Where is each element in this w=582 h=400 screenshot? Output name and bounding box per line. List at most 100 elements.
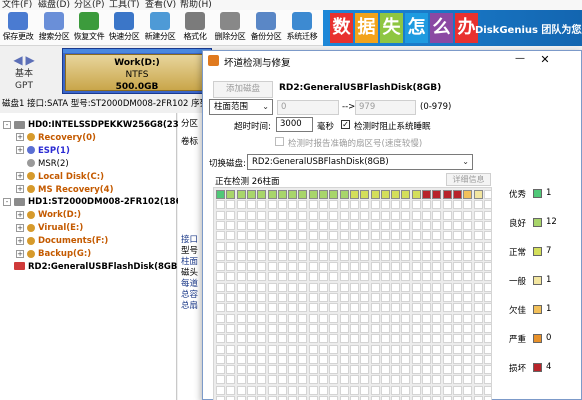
range-type-select[interactable]: 柱面范围 ⌄ bbox=[209, 99, 273, 115]
sector-cell bbox=[442, 375, 452, 385]
sector-cell bbox=[463, 344, 473, 354]
sector-cell bbox=[463, 220, 473, 230]
promo-banner[interactable]: 数 据 失 怎 么 办 DiskGenius 团队为您服务 bbox=[323, 10, 582, 46]
next-disk-icon[interactable]: ▶ bbox=[25, 53, 34, 67]
sector-cell bbox=[308, 272, 318, 282]
sector-cell bbox=[329, 334, 339, 344]
prevent-sleep-checkbox[interactable]: ✓ bbox=[341, 120, 350, 129]
sector-cell bbox=[411, 293, 421, 302]
menu-partition[interactable]: 分区(P) bbox=[74, 0, 104, 10]
sector-cell bbox=[226, 200, 236, 210]
sector-cell bbox=[267, 375, 277, 385]
sector-cell bbox=[483, 323, 491, 333]
menu-view[interactable]: 查看(V) bbox=[145, 0, 176, 10]
range-start-field[interactable]: 0 bbox=[277, 100, 339, 115]
menu-disk[interactable]: 磁盘(D) bbox=[38, 0, 70, 10]
sector-cell bbox=[360, 334, 370, 344]
expand-icon[interactable]: + bbox=[16, 172, 24, 181]
sector-cell bbox=[380, 190, 390, 199]
sector-cell bbox=[422, 210, 431, 220]
tree-partition-item[interactable]: + Recovery(0) bbox=[16, 132, 96, 144]
quick-partition-button[interactable]: 快速分区 bbox=[107, 12, 141, 44]
sector-cell bbox=[380, 293, 390, 302]
collapse-icon[interactable]: - bbox=[3, 197, 11, 206]
tree-partition-item[interactable]: + MS Recovery(4) bbox=[16, 184, 113, 196]
legend-label: 良好 bbox=[509, 219, 527, 229]
minimize-icon[interactable]: — bbox=[513, 53, 527, 67]
sector-cell bbox=[432, 396, 442, 400]
sector-cell bbox=[391, 210, 401, 220]
partition-tab[interactable]: 分区 bbox=[181, 117, 198, 129]
expand-icon[interactable]: + bbox=[16, 146, 24, 155]
menu-tools[interactable]: 工具(T) bbox=[109, 0, 140, 10]
details-button[interactable]: 详细信息 bbox=[446, 173, 491, 186]
sector-cell bbox=[452, 303, 462, 313]
tree-disk-item[interactable]: RD2:GeneralUSBFlashDisk(8GB) bbox=[3, 261, 181, 273]
menu-file[interactable]: 文件(F) bbox=[2, 0, 32, 10]
expand-icon[interactable]: + bbox=[16, 210, 24, 219]
save-changes-button[interactable]: 保存更改 bbox=[1, 12, 35, 44]
tree-partition-item[interactable]: + Virual(E:) bbox=[16, 222, 83, 234]
sector-cell bbox=[422, 303, 431, 313]
prev-disk-icon[interactable]: ◀ bbox=[13, 53, 22, 67]
sector-cell bbox=[370, 220, 380, 230]
sector-cell bbox=[246, 375, 256, 385]
expand-icon[interactable]: + bbox=[16, 236, 24, 245]
sector-cell bbox=[257, 385, 267, 395]
sector-cell bbox=[226, 210, 236, 220]
sector-cell bbox=[246, 262, 256, 272]
timeout-field[interactable]: 3000 bbox=[276, 117, 313, 132]
tree-partition-item[interactable]: + Backup(G:) bbox=[16, 248, 91, 260]
tree-partition-item[interactable]: MSR(2) bbox=[16, 158, 69, 170]
tree-partition-item[interactable]: + Work(D:) bbox=[16, 209, 81, 221]
sector-cell bbox=[391, 231, 401, 241]
expand-icon[interactable]: + bbox=[16, 185, 24, 193]
expand-icon[interactable]: + bbox=[16, 249, 24, 258]
sector-cell bbox=[483, 385, 491, 395]
sector-cell bbox=[349, 282, 359, 292]
sector-map bbox=[213, 187, 492, 400]
tree-partition-item[interactable]: + Documents(F:) bbox=[16, 235, 108, 247]
backup-partition-button[interactable]: 备份分区 bbox=[249, 12, 283, 44]
search-partition-button[interactable]: 搜索分区 bbox=[37, 12, 71, 44]
sector-cell bbox=[319, 344, 328, 354]
add-disk-button[interactable]: 添加磁盘 bbox=[213, 81, 273, 98]
switch-disk-select[interactable]: RD2:GeneralUSBFlashDisk(8GB) ⌄ bbox=[247, 154, 473, 170]
sector-cell bbox=[236, 282, 246, 292]
exact-sector-checkbox[interactable] bbox=[275, 137, 284, 146]
system-migration-button[interactable]: 系统迁移 bbox=[285, 12, 319, 44]
sector-cell bbox=[329, 303, 339, 313]
sector-cell bbox=[246, 293, 256, 302]
new-partition-button[interactable]: 新建分区 bbox=[143, 12, 177, 44]
recover-files-button[interactable]: 恢复文件 bbox=[72, 12, 106, 44]
partition-icon bbox=[27, 223, 35, 232]
sector-cell bbox=[391, 190, 401, 199]
sector-cell bbox=[432, 210, 442, 220]
sector-cell bbox=[246, 344, 256, 354]
expand-icon[interactable]: + bbox=[16, 223, 24, 232]
tree-partition-item[interactable]: + ESP(1) bbox=[16, 145, 70, 157]
tree-disk-item[interactable]: - HD0:INTELSSDPEKKW256G8(238GB) bbox=[3, 119, 202, 131]
sector-cell bbox=[411, 303, 421, 313]
tree-partition-item[interactable]: + Local Disk(C:) bbox=[16, 171, 104, 183]
tree-disk-item[interactable]: - HD1:ST2000DM008-2FR102(1863GB) bbox=[3, 196, 205, 208]
expand-icon[interactable]: + bbox=[16, 133, 24, 142]
sector-cell bbox=[442, 334, 452, 344]
sector-cell bbox=[308, 385, 318, 395]
collapse-icon[interactable]: - bbox=[3, 120, 11, 129]
sector-cell bbox=[473, 354, 483, 364]
sector-cell bbox=[401, 354, 411, 364]
close-icon[interactable]: ✕ bbox=[538, 53, 552, 67]
sector-cell bbox=[308, 200, 318, 210]
sector-cell bbox=[463, 293, 473, 302]
partition-block[interactable]: Work(D:) NTFS 500.0GB bbox=[62, 48, 212, 94]
sector-cell bbox=[349, 262, 359, 272]
delete-partition-button[interactable]: 删除分区 bbox=[213, 12, 247, 44]
sector-cell bbox=[349, 365, 359, 375]
sector-cell bbox=[463, 282, 473, 292]
sector-cell bbox=[298, 251, 308, 261]
menu-help[interactable]: 帮助(H) bbox=[180, 0, 212, 10]
format-button[interactable]: 格式化 bbox=[178, 12, 212, 44]
range-end-field[interactable]: 979 bbox=[355, 100, 416, 115]
sector-cell bbox=[339, 190, 349, 199]
